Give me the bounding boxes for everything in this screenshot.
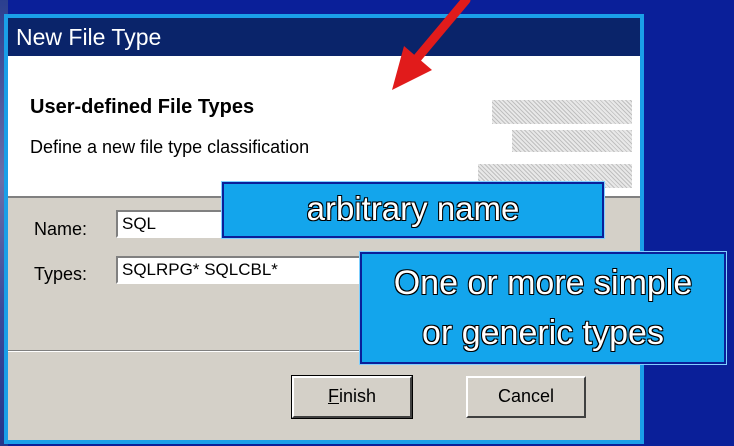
types-callout: One or more simple or generic types xyxy=(359,251,727,365)
cancel-button[interactable]: Cancel xyxy=(466,376,586,418)
finish-label-rest: inish xyxy=(338,386,377,406)
types-label: Types: xyxy=(34,264,88,284)
dialog-banner: User-defined File Types Define a new fil… xyxy=(8,56,640,198)
name-callout-text: arbitrary name xyxy=(306,190,520,227)
name-callout: arbitrary name xyxy=(221,181,605,239)
red-pointer-arrow-icon xyxy=(392,0,471,90)
dialog-title: New File Type xyxy=(16,24,162,50)
dialog-title-bar: New File Type xyxy=(8,18,640,56)
types-callout-line2: or generic types xyxy=(422,314,664,352)
banner-title: User-defined File Types xyxy=(30,96,255,118)
finish-mnemonic: F xyxy=(327,386,339,406)
banner-graphic-1 xyxy=(492,100,632,124)
cancel-label: Cancel xyxy=(497,386,555,406)
banner-description: Define a new file type classification xyxy=(30,137,310,157)
banner-graphic-2 xyxy=(512,130,632,152)
finish-button[interactable]: Finish xyxy=(291,375,413,419)
name-label: Name: xyxy=(34,219,88,239)
types-callout-line1: One or more simple xyxy=(393,264,693,302)
